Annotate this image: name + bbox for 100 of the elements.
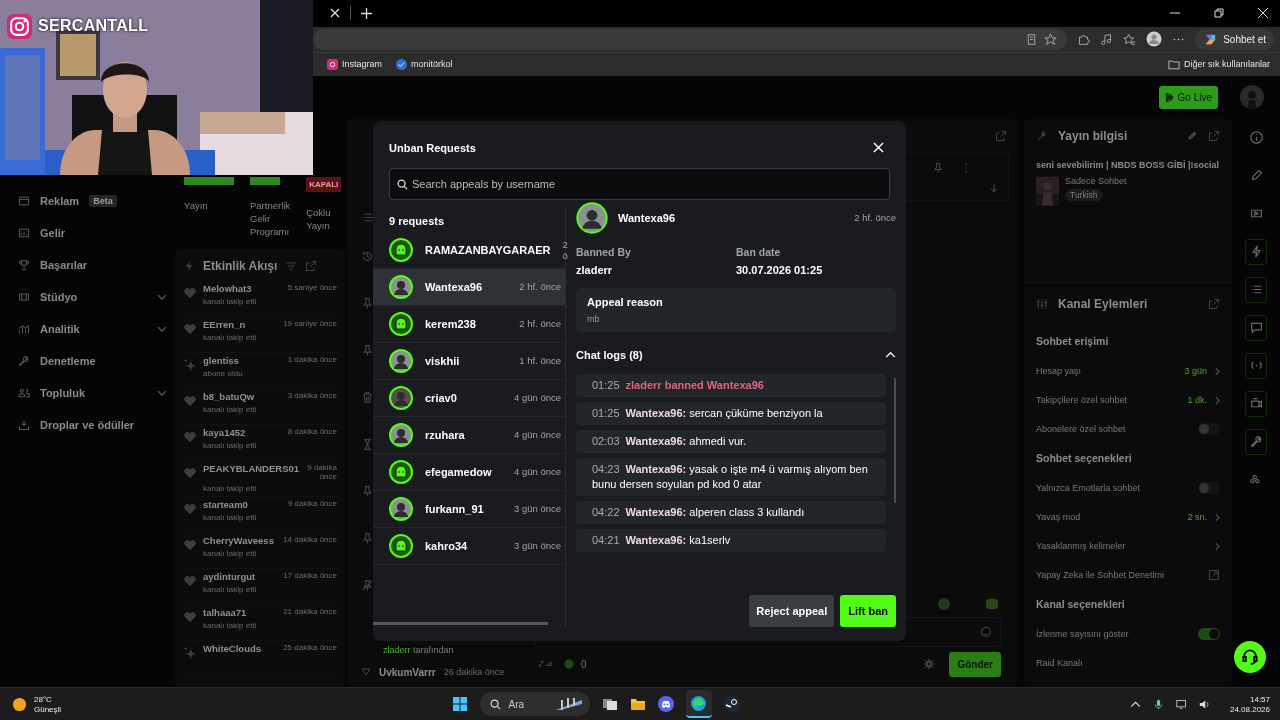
pin-icon[interactable] xyxy=(361,296,374,310)
username[interactable]: b8_batuQw xyxy=(203,390,255,402)
sidebar-item[interactable]: Stüdyo xyxy=(18,280,167,313)
reject-appeal-button[interactable]: Reject appeal xyxy=(749,594,835,627)
favorites-icon[interactable] xyxy=(1123,32,1137,46)
folder-icon[interactable] xyxy=(629,696,646,713)
other-favorites-folder[interactable]: Diğer sık kullanılanlar xyxy=(1167,58,1270,70)
microphone-icon[interactable] xyxy=(1152,698,1164,710)
restore-icon[interactable] xyxy=(1214,8,1224,19)
username[interactable]: Melowhat3 xyxy=(203,282,252,294)
pin-icon[interactable] xyxy=(361,484,374,498)
list-button[interactable] xyxy=(1245,276,1267,303)
settings-icon[interactable] xyxy=(923,658,936,671)
username[interactable]: glentiss xyxy=(203,354,239,366)
username[interactable]: UvkumVarrr xyxy=(379,666,436,678)
star-icon[interactable] xyxy=(1044,32,1058,46)
chevron-right-icon[interactable] xyxy=(1215,366,1220,376)
setting-label[interactable]: Raid Kanalı xyxy=(1036,658,1083,669)
external-link-icon[interactable] xyxy=(1208,569,1220,582)
new-tab-icon[interactable] xyxy=(361,8,372,19)
lightning-button[interactable] xyxy=(1245,238,1267,265)
card-label[interactable]: Yayın xyxy=(184,198,234,212)
close-icon[interactable] xyxy=(1258,8,1268,19)
discord-icon[interactable] xyxy=(657,696,674,713)
history-icon[interactable] xyxy=(361,249,374,263)
request-item[interactable]: furkann_91 3 gün önce xyxy=(373,490,565,528)
task-view-icon[interactable] xyxy=(601,696,618,713)
username[interactable]: PEAKYBLANDERS01 xyxy=(203,462,300,474)
request-item[interactable]: kahro34 3 gün önce xyxy=(373,527,565,565)
setting-label[interactable]: İzlenme sayısını göster xyxy=(1036,629,1129,640)
setting-label[interactable]: Yasaklanmış kelimeler xyxy=(1036,541,1126,552)
request-item[interactable]: kerem238 2 hf. önce xyxy=(373,305,565,343)
setting-label[interactable]: Yavaş mod xyxy=(1036,512,1081,523)
send-button[interactable]: Gönder xyxy=(949,651,1001,677)
sidebar-item[interactable]: Başarılar xyxy=(18,248,167,281)
pin-icon[interactable] xyxy=(361,531,374,545)
camera-button[interactable] xyxy=(1245,390,1267,417)
arrow-down-icon[interactable] xyxy=(988,181,1000,194)
pin-off-icon[interactable] xyxy=(361,578,374,592)
toggle-switch[interactable] xyxy=(1198,482,1220,495)
pop-out-icon[interactable] xyxy=(995,129,1007,142)
request-item[interactable]: viskhii 1 hf. önce xyxy=(373,342,565,380)
sidebar-item[interactable]: Topluluk xyxy=(18,376,167,409)
steam-icon[interactable] xyxy=(723,696,740,713)
setting-label[interactable]: Hesap yaşı xyxy=(1036,366,1082,377)
smiley-icon[interactable] xyxy=(980,626,992,639)
go-live-button[interactable]: Go Live xyxy=(1158,85,1218,109)
setting-label[interactable]: Yapay Zeka ile Sohbet Denetimi xyxy=(1036,570,1164,581)
sidebar-item[interactable]: Reklam Beta xyxy=(18,184,167,217)
bookmark[interactable]: monitörkol xyxy=(396,58,453,70)
sidebar-item[interactable]: Analitik xyxy=(18,312,167,345)
chevron-icon[interactable] xyxy=(885,351,896,359)
chevron-right-icon[interactable] xyxy=(1215,395,1220,405)
close-tab-icon[interactable] xyxy=(330,8,340,19)
toggle-switch[interactable] xyxy=(1198,423,1220,436)
request-item[interactable]: efegamedow 4 gün önce xyxy=(373,453,565,491)
request-item[interactable]: criav0 4 gün önce xyxy=(373,379,565,417)
sidebar-item[interactable]: Denetleme xyxy=(18,344,167,377)
toggle-switch[interactable] xyxy=(1198,628,1220,641)
username[interactable]: kaya1452 xyxy=(203,426,246,438)
setting-label[interactable]: Takipçilere özel sohbet xyxy=(1036,395,1128,406)
copilot-button[interactable]: Sohbet et xyxy=(1195,28,1274,50)
lift-ban-button[interactable]: Lift ban xyxy=(840,594,896,627)
category-link[interactable]: Sadece Sohbet xyxy=(1065,175,1127,186)
username[interactable]: aydinturgut xyxy=(203,570,256,582)
sidebar-item[interactable]: Gelir xyxy=(18,216,167,249)
username[interactable]: CherryWaveess xyxy=(203,534,274,546)
username[interactable]: EErren_n xyxy=(203,318,246,330)
network-icon[interactable] xyxy=(1175,698,1187,710)
pop-out-icon[interactable] xyxy=(1208,297,1220,310)
pop-out-icon[interactable] xyxy=(305,259,318,272)
wrench-button[interactable] xyxy=(1245,428,1267,455)
sidebar-item[interactable]: Droplar ve ödüller xyxy=(18,408,167,441)
pin-icon[interactable] xyxy=(361,343,374,357)
emote-icon[interactable] xyxy=(985,597,999,612)
volume-icon[interactable] xyxy=(1198,698,1210,710)
pencil-icon[interactable] xyxy=(1186,129,1198,142)
card-label[interactable]: Partnerlik Gelir Programı xyxy=(250,198,291,238)
filter-icon[interactable] xyxy=(285,259,298,272)
taskbar-search[interactable]: Ara xyxy=(479,692,590,717)
setting-label[interactable]: Yalnızca Emotlarla sohbet xyxy=(1036,483,1140,494)
username[interactable]: starteam0 xyxy=(203,498,248,510)
pop-out-icon[interactable] xyxy=(1208,129,1220,142)
username[interactable]: WhiteClouds xyxy=(203,642,262,654)
clock[interactable]: 14:57 24.08.2026 xyxy=(1229,694,1270,714)
music-icon[interactable] xyxy=(1100,32,1114,46)
bookmark[interactable]: Instagram xyxy=(327,58,383,70)
windows-start-icon[interactable] xyxy=(451,696,468,713)
username[interactable]: talhaaa71 xyxy=(203,606,247,618)
chevron-up-icon[interactable] xyxy=(1129,698,1141,710)
emote-icon[interactable] xyxy=(937,597,951,612)
chevron-right-icon[interactable] xyxy=(1215,541,1220,551)
request-item[interactable]: rzuhara 4 gün önce xyxy=(373,416,565,454)
extensions-icon[interactable] xyxy=(1077,32,1091,46)
message-button[interactable] xyxy=(1245,314,1267,341)
hourglass-icon[interactable] xyxy=(361,437,374,451)
taskbar-button[interactable] xyxy=(685,690,712,719)
support-button[interactable] xyxy=(1234,641,1266,674)
chevron-right-icon[interactable] xyxy=(1215,512,1220,522)
card-label[interactable]: Çoklu Yayın xyxy=(306,205,342,232)
